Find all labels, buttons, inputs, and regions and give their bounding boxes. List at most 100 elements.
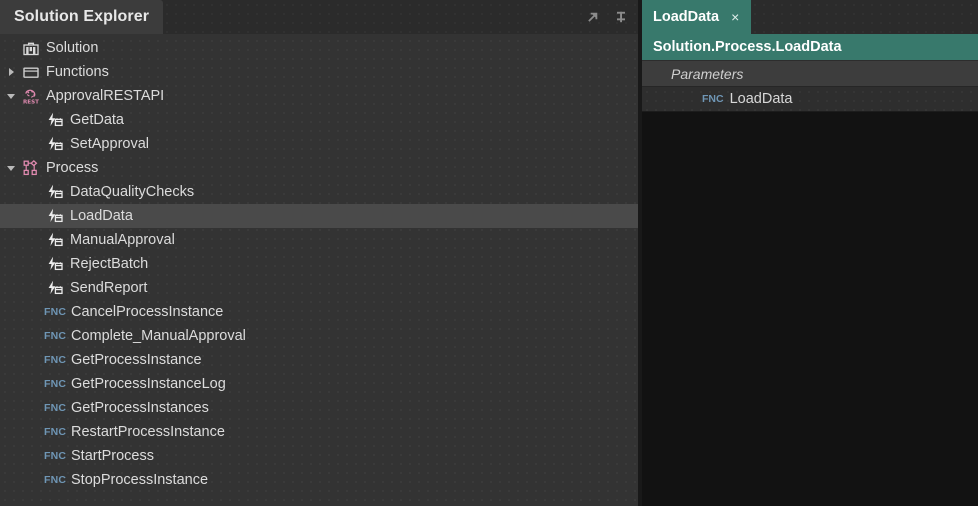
svg-text:REST: REST bbox=[23, 99, 39, 105]
arrow-up-right-icon bbox=[588, 12, 598, 22]
close-icon[interactable]: × bbox=[729, 10, 741, 24]
document-header: Solution.Process.LoadData bbox=[642, 34, 978, 60]
document-tabstrip: LoadData × bbox=[642, 0, 978, 34]
tree-item-label: StartProcess bbox=[71, 448, 154, 464]
process-graph-icon-wrap bbox=[20, 158, 42, 178]
document-canvas[interactable] bbox=[642, 112, 978, 506]
action-bolt-icon-wrap bbox=[44, 134, 66, 154]
tree-item-label: Solution bbox=[46, 40, 99, 56]
rest-api-icon: REST bbox=[23, 89, 39, 105]
solution-briefcase-icon bbox=[23, 42, 39, 56]
rest-api-icon-wrap: REST bbox=[20, 86, 42, 106]
document-tab-label: LoadData bbox=[653, 9, 720, 25]
tab-solution-explorer[interactable]: Solution Explorer bbox=[0, 0, 164, 34]
solution-explorer-titlebar: Solution Explorer bbox=[0, 0, 638, 34]
tree-item-label: Complete_ManualApproval bbox=[71, 328, 246, 344]
tree-item-label: Process bbox=[46, 160, 99, 176]
tree-item-label: ApprovalRESTAPI bbox=[46, 88, 165, 104]
tree-item-getprocessinstancelog[interactable]: FNC GetProcessInstanceLog bbox=[0, 372, 638, 396]
titlebar-button-group bbox=[584, 0, 630, 34]
tree-item-label: ManualApproval bbox=[70, 232, 175, 248]
action-bolt-icon bbox=[48, 136, 63, 151]
tree-item-label: SendReport bbox=[70, 280, 148, 296]
float-window-button[interactable] bbox=[584, 8, 602, 26]
ide-window: Solution Explorer Solution Functions RES… bbox=[0, 0, 978, 506]
tree-item-label: DataQualityChecks bbox=[70, 184, 195, 200]
tree-item-setapproval[interactable]: SetApproval bbox=[0, 132, 638, 156]
tree-item-solution[interactable]: Solution bbox=[0, 36, 638, 60]
tree-item-approvalrestapi[interactable]: REST ApprovalRESTAPI bbox=[0, 84, 638, 108]
solution-tree: Solution Functions REST ApprovalRESTAPI GetD… bbox=[0, 34, 638, 492]
action-bolt-icon-wrap bbox=[44, 206, 66, 226]
action-bolt-icon bbox=[48, 112, 63, 127]
tree-item-sendreport[interactable]: SendReport bbox=[0, 276, 638, 300]
tree-item-label: GetProcessInstanceLog bbox=[71, 376, 226, 392]
action-bolt-icon-wrap bbox=[44, 110, 66, 130]
tree-item-label: RestartProcessInstance bbox=[71, 424, 225, 440]
action-bolt-icon-wrap bbox=[44, 230, 66, 250]
tree-item-loaddata[interactable]: LoadData bbox=[0, 204, 638, 228]
tree-item-restartprocessinstance[interactable]: FNC RestartProcessInstance bbox=[0, 420, 638, 444]
tree-item-manualapproval[interactable]: ManualApproval bbox=[0, 228, 638, 252]
action-bolt-icon bbox=[48, 208, 63, 223]
parameter-row-loaddata[interactable]: FNC LoadData bbox=[642, 86, 978, 112]
action-bolt-icon bbox=[48, 232, 63, 247]
action-bolt-icon-wrap bbox=[44, 278, 66, 298]
action-bolt-icon bbox=[48, 280, 63, 295]
tree-item-complete_manualapproval[interactable]: FNC Complete_ManualApproval bbox=[0, 324, 638, 348]
action-bolt-icon bbox=[48, 184, 63, 199]
tree-item-label: GetProcessInstance bbox=[71, 352, 202, 368]
fnc-tag-icon: FNC bbox=[44, 474, 67, 486]
fnc-tag-icon: FNC bbox=[44, 330, 67, 342]
tree-item-getprocessinstance[interactable]: FNC GetProcessInstance bbox=[0, 348, 638, 372]
chevron-down-icon[interactable] bbox=[2, 84, 20, 108]
fnc-tag-icon: FNC bbox=[44, 306, 67, 318]
fnc-tag-icon: FNC bbox=[44, 378, 67, 390]
folder-icon bbox=[23, 67, 39, 78]
tab-loaddata[interactable]: LoadData × bbox=[642, 0, 752, 34]
tree-item-stopprocessinstance[interactable]: FNC StopProcessInstance bbox=[0, 468, 638, 492]
tree-item-label: Functions bbox=[46, 64, 109, 80]
action-bolt-icon-wrap bbox=[44, 182, 66, 202]
tree-item-functions[interactable]: Functions bbox=[0, 60, 638, 84]
chevron-down-icon[interactable] bbox=[2, 156, 20, 180]
tree-item-rejectbatch[interactable]: RejectBatch bbox=[0, 252, 638, 276]
action-bolt-icon-wrap bbox=[44, 254, 66, 274]
parameter-name: LoadData bbox=[729, 91, 793, 107]
pin-icon bbox=[617, 11, 625, 23]
parameters-label: Parameters bbox=[671, 65, 744, 82]
tree-item-process[interactable]: Process bbox=[0, 156, 638, 180]
tree-item-startprocess[interactable]: FNC StartProcess bbox=[0, 444, 638, 468]
tree-item-getprocessinstances[interactable]: FNC GetProcessInstances bbox=[0, 396, 638, 420]
tree-item-label: StopProcessInstance bbox=[71, 472, 209, 488]
tree-item-label: CancelProcessInstance bbox=[71, 304, 224, 320]
tree-item-getdata[interactable]: GetData bbox=[0, 108, 638, 132]
parameters-section-header: Parameters bbox=[642, 60, 978, 86]
action-bolt-icon bbox=[48, 256, 63, 271]
tree-item-cancelprocessinstance[interactable]: FNC CancelProcessInstance bbox=[0, 300, 638, 324]
solution-explorer-panel: Solution Explorer Solution Functions RES… bbox=[0, 0, 638, 506]
solution-briefcase-icon-wrap bbox=[20, 38, 42, 58]
fnc-tag-icon: FNC bbox=[44, 426, 67, 438]
fnc-tag-icon: FNC bbox=[44, 450, 67, 462]
fnc-tag-icon: FNC bbox=[44, 402, 67, 414]
tree-item-label: RejectBatch bbox=[70, 256, 149, 272]
auto-hide-pin-button[interactable] bbox=[612, 8, 630, 26]
chevron-right-icon[interactable] bbox=[2, 60, 20, 84]
tree-item-dataqualitychecks[interactable]: DataQualityChecks bbox=[0, 180, 638, 204]
